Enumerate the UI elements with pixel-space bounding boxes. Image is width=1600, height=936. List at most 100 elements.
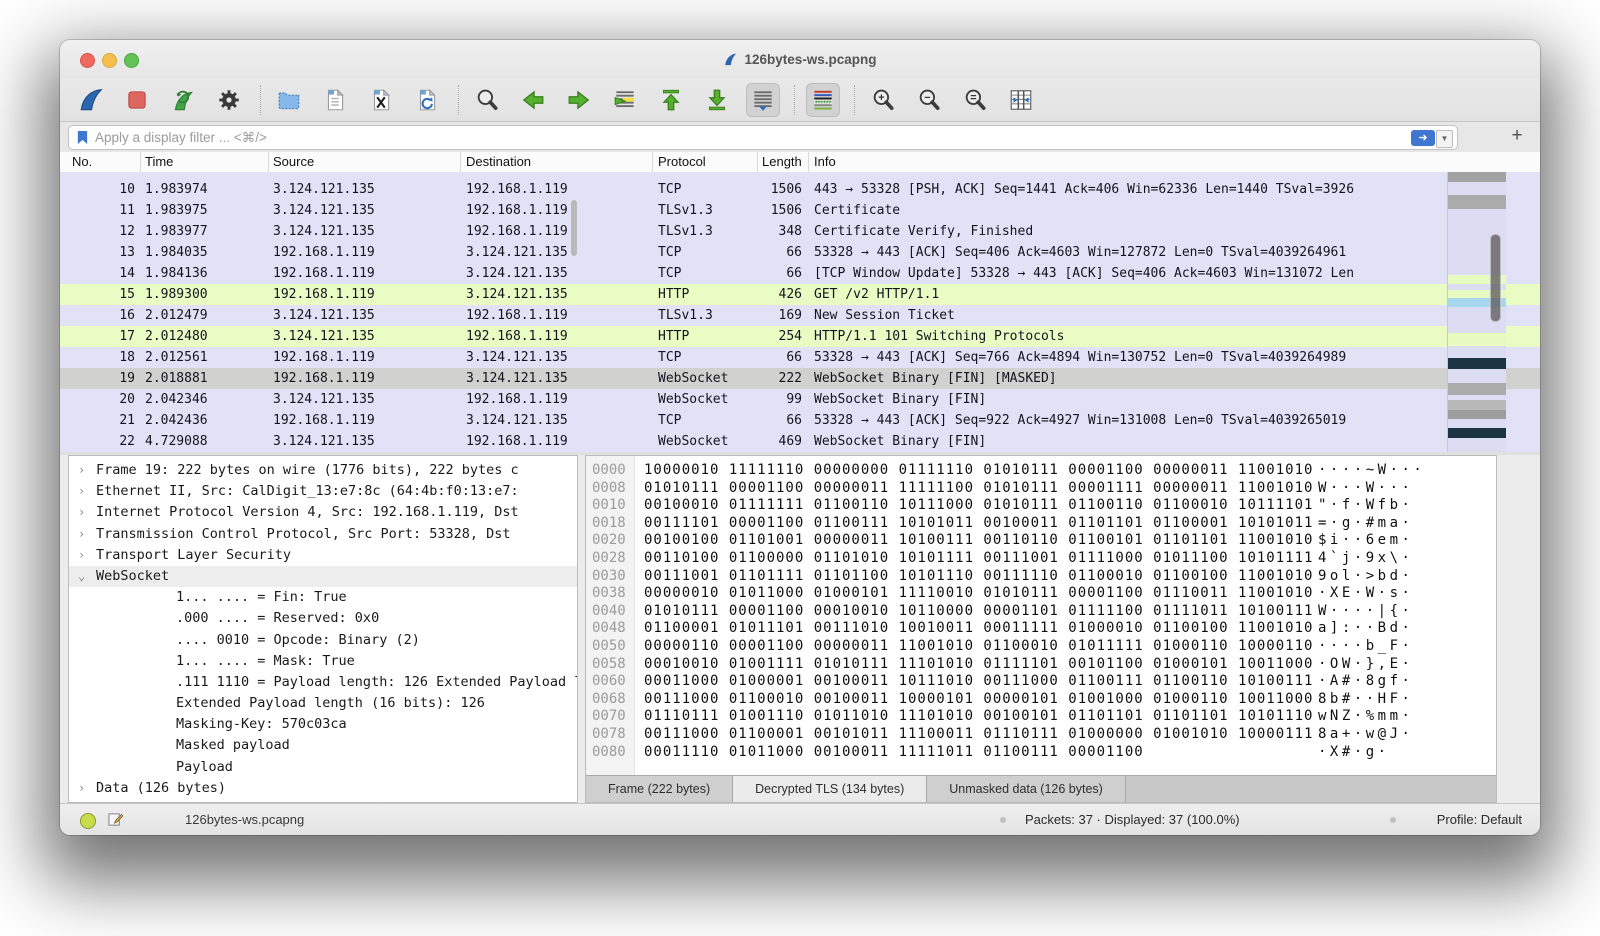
bytes-tab-decrypted[interactable]: Decrypted TLS (134 bytes) [733,776,927,802]
start-capture-button[interactable] [74,83,108,117]
go-to-packet-button[interactable] [608,83,642,117]
details-scrollbar-thumb[interactable] [571,200,577,256]
hex-row[interactable]: 007800111000 01100001 00101011 11100011 … [586,726,1496,744]
detail-line[interactable]: Payload [69,757,577,778]
column-no[interactable]: No. [72,154,92,169]
restart-capture-button[interactable] [166,83,200,117]
detail-line[interactable]: ›Data (126 bytes) [69,778,577,799]
packet-row-12[interactable]: 121.9839773.124.121.135192.168.1.119TLSv… [60,221,1540,242]
close-file-button[interactable] [364,83,398,117]
detail-line[interactable]: .... 0010 = Opcode: Binary (2) [69,630,577,651]
capture-options-button[interactable] [212,83,246,117]
column-protocol[interactable]: Protocol [658,154,706,169]
first-packet-button[interactable] [654,83,688,117]
detail-line[interactable]: ›Frame 19: 222 bytes on wire (1776 bits)… [69,460,577,481]
packet-row-partial[interactable] [60,172,1540,179]
toolbar-separator [458,85,460,115]
colorize-toggle[interactable] [806,83,840,117]
chevron-right-icon[interactable]: › [78,778,92,799]
packet-row-15[interactable]: 151.989300192.168.1.1193.124.121.135HTTP… [60,284,1540,305]
hex-row[interactable]: 008000011110 01011000 00100011 11111011 … [586,744,1496,762]
expert-info-icon[interactable] [80,813,96,829]
cell-time: 2.042436 [145,410,208,431]
hex-row[interactable]: 006000011000 01000001 00100011 10111010 … [586,673,1496,691]
open-file-button[interactable] [272,83,306,117]
packet-row-21[interactable]: 212.042436192.168.1.1193.124.121.135TCP6… [60,410,1540,431]
cell-dst: 3.124.121.135 [466,410,568,431]
capture-comment-icon[interactable] [108,812,123,830]
hex-row[interactable]: 004801100001 01011101 00111010 10010011 … [586,620,1496,638]
zoom-in-button[interactable]: + [866,83,900,117]
hex-row[interactable]: 005000000110 00001100 00000011 11001010 … [586,638,1496,656]
reload-file-button[interactable] [410,83,444,117]
hex-row[interactable]: 001000100010 01111111 01100110 10111000 … [586,497,1496,515]
chevron-right-icon[interactable]: › [78,545,92,566]
display-filter-input[interactable]: Apply a display filter ... <⌘/> ➜ ▼ [68,125,1458,150]
detail-line[interactable]: .111 1110 = Payload length: 126 Extended… [69,672,577,693]
detail-line[interactable]: 1... .... = Mask: True [69,651,577,672]
resize-columns-button[interactable] [1004,83,1038,117]
bytes-tab-unmasked[interactable]: Unmasked data (126 bytes) [927,776,1126,802]
detail-line[interactable]: ›Transport Layer Security [69,545,577,566]
packet-row-16[interactable]: 162.0124793.124.121.135192.168.1.119TLSv… [60,305,1540,326]
hex-row[interactable]: 002000100100 01101001 00000011 10100111 … [586,532,1496,550]
packet-row-22[interactable]: 224.7290883.124.121.135192.168.1.119WebS… [60,431,1540,452]
packet-row-11[interactable]: 111.9839753.124.121.135192.168.1.119TLSv… [60,200,1540,221]
column-length[interactable]: Length [762,154,802,169]
detail-line[interactable]: Masking-Key: 570c03ca [69,714,577,735]
chevron-right-icon[interactable]: › [78,460,92,481]
packet-list-scrollbar-thumb[interactable] [1490,234,1501,322]
hex-row[interactable]: 007001110111 01001110 01011010 11101010 … [586,708,1496,726]
chevron-right-icon[interactable]: › [78,524,92,545]
zoom-reset-button[interactable]: = [958,83,992,117]
zoom-out-button[interactable]: − [912,83,946,117]
detail-line[interactable]: 1... .... = Fin: True [69,587,577,608]
chevron-right-icon[interactable]: › [78,502,92,523]
bytes-tab-frame[interactable]: Frame (222 bytes) [586,776,733,802]
packet-row-10[interactable]: 101.9839743.124.121.135192.168.1.119TCP1… [60,179,1540,200]
packet-row-14[interactable]: 141.984136192.168.1.1193.124.121.135TCP6… [60,263,1540,284]
cell-dst: 3.124.121.135 [466,284,568,305]
column-time[interactable]: Time [145,154,173,169]
hex-offset: 0050 [592,638,626,656]
hex-row[interactable]: 005800010010 01001111 01010111 11101010 … [586,656,1496,674]
packet-row-13[interactable]: 131.984035192.168.1.1193.124.121.135TCP6… [60,242,1540,263]
next-packet-button[interactable] [562,83,596,117]
hex-row[interactable]: 000010000010 11111110 00000000 01111110 … [586,462,1496,480]
hex-row[interactable]: 001800111101 00001100 01100111 10101011 … [586,515,1496,533]
chevron-right-icon[interactable]: › [78,481,92,502]
hex-row[interactable]: 002800110100 01100000 01101010 10101111 … [586,550,1496,568]
detail-line[interactable]: ⌄WebSocket [69,566,577,587]
previous-packet-button[interactable] [516,83,550,117]
column-source[interactable]: Source [273,154,314,169]
packet-row-17[interactable]: 172.0124803.124.121.135192.168.1.119HTTP… [60,326,1540,347]
detail-line[interactable]: ›Internet Protocol Version 4, Src: 192.1… [69,502,577,523]
chevron-down-icon[interactable]: ⌄ [78,566,92,587]
filter-apply-button[interactable]: ➜ [1411,130,1435,146]
auto-scroll-toggle[interactable] [746,83,780,117]
filter-dropdown-button[interactable]: ▼ [1436,130,1453,148]
zoom-in-magnifier-icon: + [870,87,896,113]
packet-row-19[interactable]: 192.018881192.168.1.1193.124.121.135WebS… [60,368,1540,389]
status-profile[interactable]: Profile: Default [1437,812,1522,827]
hex-row[interactable]: 004001010111 00001100 00010010 10110000 … [586,603,1496,621]
hex-row[interactable]: 003000111001 01101111 01101100 10101110 … [586,568,1496,586]
detail-line[interactable]: ›Ethernet II, Src: CalDigit_13:e7:8c (64… [69,481,577,502]
filter-add-button[interactable]: + [1506,126,1528,148]
detail-line[interactable]: ›Transmission Control Protocol, Src Port… [69,524,577,545]
detail-line[interactable]: Extended Payload length (16 bits): 126 [69,693,577,714]
packet-row-18[interactable]: 182.012561192.168.1.1193.124.121.135TCP6… [60,347,1540,368]
column-info[interactable]: Info [814,154,836,169]
detail-line[interactable]: .000 .... = Reserved: 0x0 [69,608,577,629]
detail-line[interactable]: Masked payload [69,735,577,756]
packet-row-20[interactable]: 202.0423463.124.121.135192.168.1.119WebS… [60,389,1540,410]
column-destination[interactable]: Destination [466,154,531,169]
filter-bookmark-icon[interactable] [69,130,95,145]
hex-row[interactable]: 003800000010 01011000 01000101 11110010 … [586,585,1496,603]
hex-row[interactable]: 006800111000 01100010 00100011 10000101 … [586,691,1496,709]
stop-capture-button[interactable] [120,83,154,117]
find-packet-button[interactable] [470,83,504,117]
hex-row[interactable]: 000801010111 00001100 00000011 11111100 … [586,480,1496,498]
last-packet-button[interactable] [700,83,734,117]
save-file-button[interactable] [318,83,352,117]
